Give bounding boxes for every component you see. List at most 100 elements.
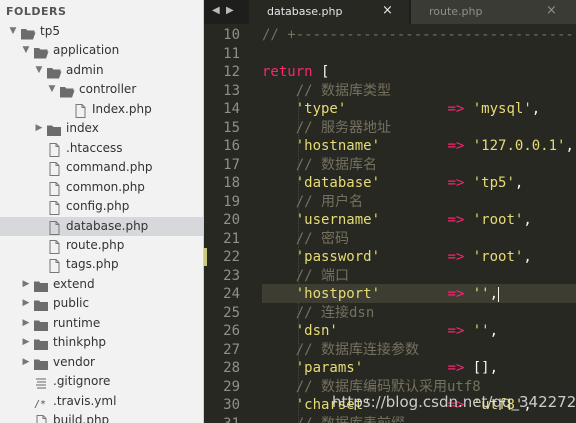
- line-number: 24: [223, 286, 240, 302]
- code-line: // 数据库连接参数: [262, 341, 576, 360]
- tab-close-icon[interactable]: ×: [546, 3, 557, 18]
- tab-route-php[interactable]: route.php ×: [411, 0, 576, 24]
- tree-file-command-php[interactable]: command.php: [0, 158, 203, 177]
- text-caret: [498, 286, 500, 302]
- chevron-down-icon[interactable]: ▼: [47, 80, 57, 99]
- code-line: // 连接dsn: [262, 304, 576, 323]
- tree-file-tags-php[interactable]: tags.php: [0, 255, 203, 274]
- code-token: [: [312, 64, 330, 80]
- code-token: =>: [447, 101, 465, 117]
- tree-file-gitignore[interactable]: .gitignore: [0, 372, 203, 391]
- tree-item-label: controller: [79, 82, 137, 97]
- tree-file-build-php[interactable]: build.php: [0, 411, 203, 423]
- chevron-right-icon[interactable]: ▶: [34, 119, 44, 138]
- code-area[interactable]: // +------------------------------------…: [262, 24, 576, 423]
- tree-file-database-php[interactable]: database.php: [0, 216, 203, 236]
- line-number: 31: [204, 415, 240, 423]
- folder-icon: [46, 122, 62, 137]
- chevron-right-icon[interactable]: ▶: [21, 333, 31, 352]
- tab-bar: ◀ ▶ database.php × route.php ×: [204, 0, 576, 24]
- tree-folder-extend[interactable]: ▶ extend: [0, 275, 203, 294]
- line-number: 14: [223, 101, 240, 117]
- code-token: // 用户名: [262, 193, 364, 210]
- folder-open-icon: [59, 83, 75, 98]
- sidebar-header: FOLDERS: [6, 5, 67, 18]
- tree-file-common-php[interactable]: common.php: [0, 178, 203, 197]
- tree-item-label: index: [66, 121, 99, 136]
- chevron-down-icon[interactable]: ▼: [34, 61, 44, 80]
- code-line: // 数据库类型: [262, 82, 576, 101]
- code-token: // 数据库表前缀: [262, 416, 405, 423]
- svg-text:/*: /*: [34, 399, 46, 410]
- tree-folder-index[interactable]: ▶ index: [0, 119, 203, 138]
- tree-item-label: database.php: [66, 218, 149, 233]
- tree-file-route-php[interactable]: route.php: [0, 236, 203, 255]
- chevron-down-icon[interactable]: ▼: [8, 22, 18, 41]
- tree-folder-tp5[interactable]: ▼ tp5: [0, 22, 203, 41]
- code-token: '': [472, 286, 490, 302]
- tree-folder-public[interactable]: ▶ public: [0, 294, 203, 313]
- tree-file-travis-yml[interactable]: /* .travis.yml: [0, 392, 203, 411]
- line-number: 10: [223, 27, 240, 43]
- code-token: ,: [514, 175, 524, 191]
- tab-label: database.php: [267, 5, 343, 18]
- tree-folder-controller[interactable]: ▼ controller: [0, 80, 203, 99]
- chevron-right-icon[interactable]: ▶: [21, 294, 31, 313]
- tree-item-label: build.php: [53, 413, 110, 423]
- code-line: return [: [262, 63, 576, 82]
- code-token: 'tp5': [472, 175, 515, 191]
- tab-prev-button[interactable]: ◀: [212, 0, 220, 24]
- tree-file-config-php[interactable]: config.php: [0, 197, 203, 216]
- tree-folder-admin[interactable]: ▼ admin: [0, 61, 203, 80]
- tree-folder-vendor[interactable]: ▶ vendor: [0, 353, 203, 372]
- chevron-right-icon[interactable]: ▶: [21, 353, 31, 372]
- code-token: 'database': [262, 175, 381, 191]
- tree-folder-runtime[interactable]: ▶ runtime: [0, 314, 203, 333]
- code-token: 'root': [472, 212, 524, 228]
- tree-file-index-php[interactable]: Index.php: [0, 100, 203, 119]
- code-token: =>: [447, 138, 465, 154]
- code-token: // 数据库连接参数: [262, 341, 420, 358]
- file-icon: [33, 414, 49, 423]
- editor: ◀ ▶ database.php × route.php × 10 11 12 13 1…: [204, 0, 576, 423]
- code-token: 'hostname': [262, 138, 381, 154]
- tree-item-label: command.php: [66, 160, 153, 175]
- chevron-down-icon[interactable]: ▼: [21, 41, 31, 60]
- code-token: =>: [447, 286, 465, 302]
- tab-next-button[interactable]: ▶: [226, 0, 234, 24]
- chevron-right-icon[interactable]: ▶: [21, 275, 31, 294]
- file-icon: [46, 142, 62, 157]
- tree-item-label: admin: [66, 62, 104, 77]
- code-token: // 数据库类型: [262, 82, 392, 99]
- tree-item-label: .travis.yml: [53, 393, 117, 408]
- code-token: ,: [489, 323, 499, 339]
- line-number: 27: [223, 341, 240, 358]
- code-line: // 数据库名: [262, 156, 576, 175]
- code-token: =>: [447, 175, 465, 191]
- tree-folder-application[interactable]: ▼ application: [0, 41, 203, 60]
- tree-folder-thinkphp[interactable]: ▶ thinkphp: [0, 333, 203, 352]
- code-token: // 服务器地址: [262, 119, 392, 136]
- line-number: 30: [223, 397, 240, 413]
- tree-file-htaccess[interactable]: .htaccess: [0, 139, 203, 158]
- tab-database-php[interactable]: database.php ×: [249, 0, 409, 24]
- tab-close-icon[interactable]: ×: [382, 3, 393, 18]
- code-token: =>: [447, 212, 465, 228]
- code-token: ,: [523, 249, 532, 265]
- code-token: // +------------------------------------…: [262, 27, 576, 43]
- folder-icon: [33, 317, 49, 331]
- tree-item-label: .gitignore: [53, 374, 111, 389]
- code-token: []: [464, 360, 490, 376]
- chevron-right-icon[interactable]: ▶: [21, 314, 31, 333]
- tree-item-label: route.php: [66, 237, 125, 252]
- code-token: =>: [447, 323, 465, 339]
- code-line: 'params' => [],: [262, 359, 576, 378]
- file-icon: [46, 161, 62, 177]
- file-icon: [46, 220, 62, 235]
- code-token: // 数据库名: [262, 156, 378, 173]
